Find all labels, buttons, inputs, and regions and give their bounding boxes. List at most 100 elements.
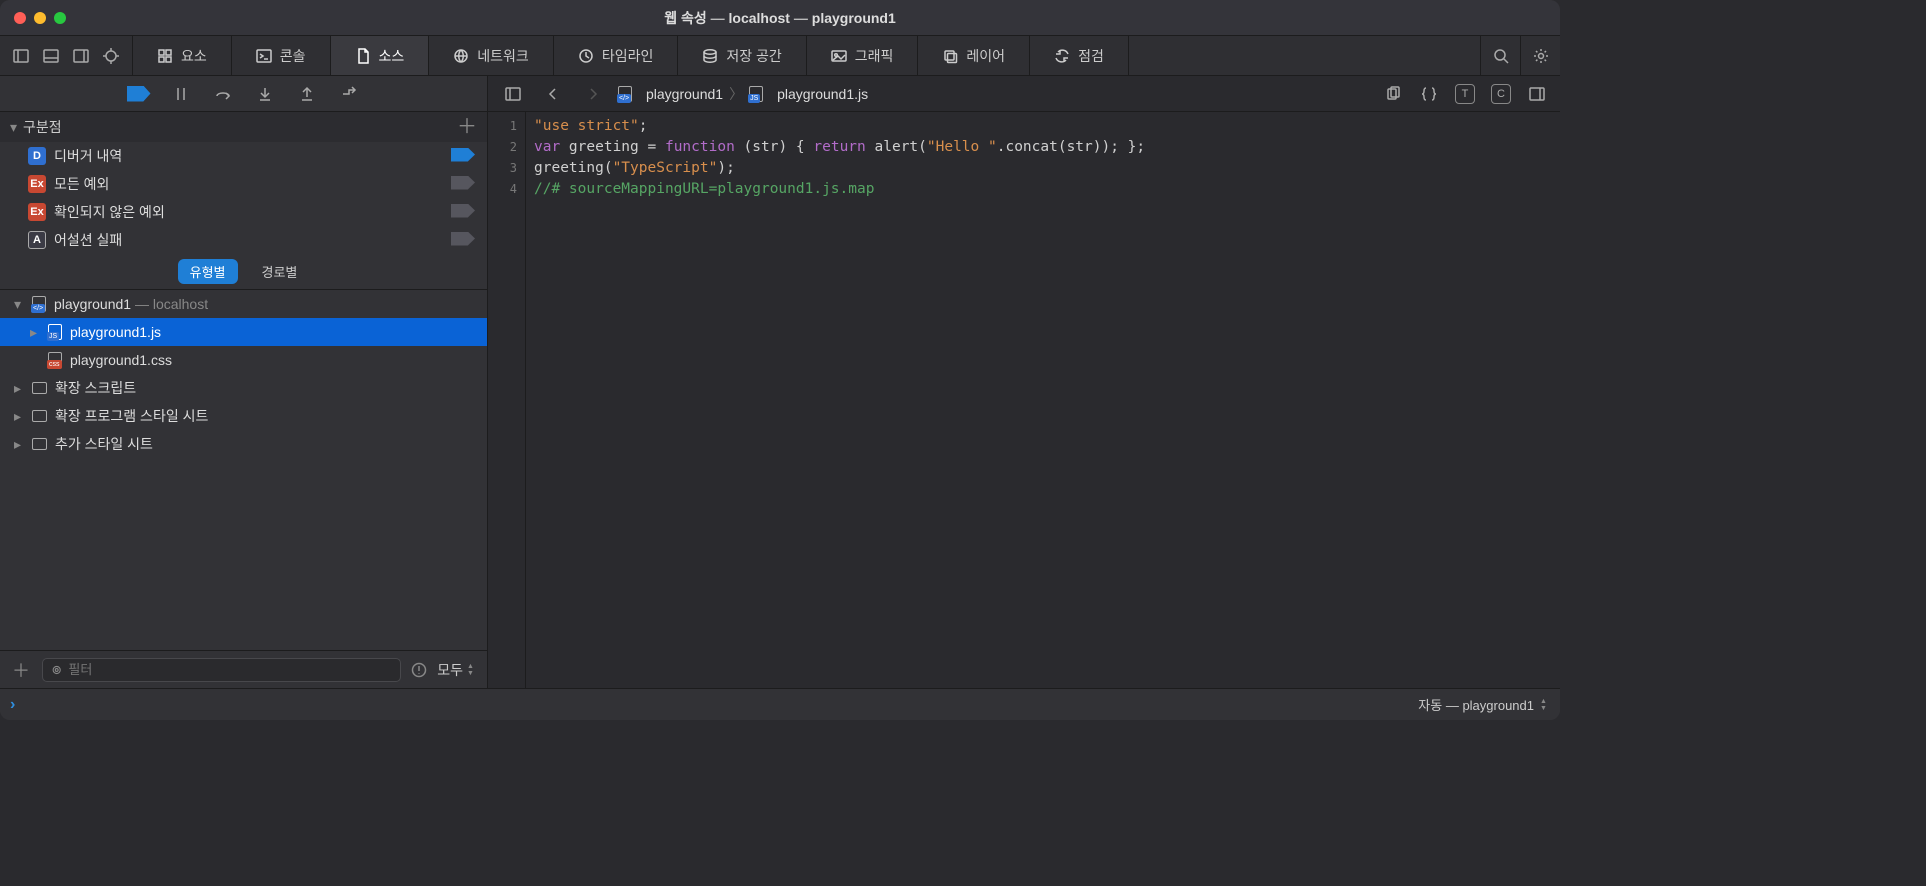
nav-back-button[interactable] — [538, 74, 568, 114]
breadcrumb-file-label: playground1.js — [777, 86, 868, 102]
tab-network[interactable]: 네트워크 — [429, 36, 554, 75]
tree-root[interactable]: ▾ </> playground1 — localhost — [0, 290, 487, 318]
close-window-button[interactable] — [14, 12, 26, 24]
type-profiler-button[interactable]: T — [1452, 81, 1478, 107]
copy-button[interactable] — [1380, 81, 1406, 107]
debugger-toolbar — [0, 76, 487, 112]
tab-label: 레이어 — [966, 46, 1005, 66]
tab-timeline[interactable]: 타임라인 — [554, 36, 679, 75]
chevron-right-icon: ▸ — [14, 436, 28, 453]
issues-button[interactable] — [411, 662, 427, 678]
tree-folder-name: 확장 스크립트 — [55, 378, 136, 398]
breakpoint-toggle[interactable] — [451, 148, 475, 165]
tree-folder[interactable]: ▸확장 스크립트 — [0, 374, 487, 402]
scope-switch: 유형별 경로별 — [0, 254, 487, 290]
tab-elements[interactable]: 요소 — [133, 36, 232, 75]
code-coverage-button[interactable]: C — [1488, 81, 1514, 107]
add-breakpoint-button[interactable]: ＋ — [457, 117, 477, 137]
breakpoint-type-icon: Ex — [28, 203, 46, 221]
breakpoint-toggle[interactable] — [451, 204, 475, 221]
tab-label: 점검 — [1078, 46, 1104, 66]
dock-right-button[interactable] — [66, 36, 96, 76]
breakpoint-type-icon: A — [28, 231, 46, 249]
tab-label: 저장 공간 — [726, 46, 781, 66]
breakpoint-label: 확인되지 않은 예외 — [54, 202, 165, 222]
tree-folder[interactable]: ▸ 확장 프로그램 스타일 시트 — [0, 402, 487, 430]
window-title-sep-1: — — [707, 10, 729, 26]
dock-left-button[interactable] — [6, 36, 36, 76]
tab-sources[interactable]: 소스 — [331, 36, 430, 75]
main-tabbar: 요소 콘솔 소스네트워크 타임라인 저장 공간 그래픽 레이어 점검 — [0, 36, 1560, 76]
toggle-sidebar-button[interactable] — [498, 74, 528, 114]
nav-forward-button[interactable] — [578, 74, 608, 114]
filter-field[interactable] — [42, 658, 401, 682]
add-resource-button[interactable]: ＋ — [10, 657, 32, 683]
breadcrumb-root-label: playground1 — [646, 86, 723, 102]
inspect-element-button[interactable] — [96, 36, 126, 76]
tab-label: 요소 — [181, 46, 207, 66]
window-title-project: playground1 — [812, 10, 896, 26]
breadcrumb-file[interactable]: JS playground1.js — [749, 86, 868, 102]
tab-label: 콘솔 — [280, 46, 306, 66]
breakpoint-toggle[interactable] — [451, 232, 475, 249]
step-out-button[interactable] — [295, 82, 319, 106]
inspector-window: 웹 속성 — localhost — playground1 요소콘솔소스네트워… — [0, 0, 1560, 720]
toggle-details-button[interactable] — [1524, 81, 1550, 107]
console-context-select[interactable]: 자동 — playground1 ▲▼ — [1418, 695, 1550, 714]
stepper-icon: ▲▼ — [1540, 698, 1550, 712]
tab-console[interactable]: 콘솔 — [232, 36, 331, 75]
code-content[interactable]: "use strict";var greeting = function (st… — [526, 112, 1560, 688]
tree-file[interactable]: cssplayground1.css — [0, 346, 487, 374]
tab-label: 그래픽 — [855, 46, 894, 66]
document-icon: </> — [32, 296, 46, 312]
breadcrumb-root[interactable]: </> playground1 — [618, 86, 723, 102]
step-into-button[interactable] — [253, 82, 277, 106]
breakpoint-toggle[interactable] — [451, 176, 475, 193]
tree-folder[interactable]: ▸ 추가 스타일 시트 — [0, 430, 487, 458]
breakpoint-item[interactable]: Ex 확인되지 않은 예외 — [0, 198, 487, 226]
pause-button[interactable] — [169, 82, 193, 106]
breadcrumb: </> playground1 〉 JS playground1.js — [618, 84, 868, 104]
tab-label: 타임라인 — [602, 46, 654, 66]
search-button[interactable] — [1480, 36, 1520, 76]
tab-layers[interactable]: 레이어 — [918, 36, 1030, 75]
breakpoint-item[interactable]: Ex모든 예외 — [0, 170, 487, 198]
filter-input[interactable] — [68, 662, 392, 677]
resume-button[interactable] — [127, 82, 151, 106]
main-area: ▾ 구분점 ＋ D디버거 내역Ex모든 예외Ex확인되지 않은 예외A어설션 실… — [0, 76, 1560, 688]
scope-by-path[interactable]: 경로별 — [250, 259, 310, 284]
tree-folder-name: 추가 스타일 시트 — [55, 434, 153, 454]
tree-root-name: playground1 — [54, 296, 131, 312]
minimize-window-button[interactable] — [34, 12, 46, 24]
file-icon: JS — [48, 324, 62, 340]
breakpoint-item[interactable]: A어설션 실패 — [0, 226, 487, 254]
scope-by-type[interactable]: 유형별 — [178, 259, 238, 284]
tree-root-host: localhost — [153, 296, 208, 312]
console-prompt-icon[interactable]: › — [10, 696, 15, 714]
window-title-sep-2: — — [790, 10, 812, 26]
breakpoints-header[interactable]: ▾ 구분점 ＋ — [0, 112, 487, 142]
tab-audit[interactable]: 점검 — [1030, 36, 1129, 75]
tab-storage[interactable]: 저장 공간 — [678, 36, 806, 75]
tabs-host: 요소 콘솔 소스네트워크 타임라인 저장 공간 그래픽 레이어 점검 — [133, 36, 1129, 75]
tab-graphics[interactable]: 그래픽 — [807, 36, 919, 75]
chevron-right-icon: 〉 — [729, 84, 743, 104]
settings-button[interactable] — [1520, 36, 1560, 76]
breakpoint-type-icon: Ex — [28, 175, 46, 193]
filter-scope-select[interactable]: 모두 ▲▼ — [437, 660, 477, 680]
breakpoint-item[interactable]: D디버거 내역 — [0, 142, 487, 170]
window-title-host: localhost — [729, 10, 790, 26]
zoom-window-button[interactable] — [54, 12, 66, 24]
code-editor[interactable]: 1234 "use strict";var greeting = functio… — [488, 112, 1560, 688]
dock-controls — [0, 36, 133, 75]
step-button[interactable] — [337, 82, 361, 106]
pretty-print-button[interactable] — [1416, 81, 1442, 107]
chevron-right-icon: ▸ — [14, 408, 28, 425]
chevron-down-icon: ▾ — [14, 296, 28, 313]
step-over-button[interactable] — [211, 82, 235, 106]
tree-file[interactable]: ▸JSplayground1.js — [0, 318, 487, 346]
js-file-icon: JS — [749, 86, 763, 102]
stepper-icon: ▲▼ — [467, 663, 477, 677]
tree-folder-name: 확장 프로그램 스타일 시트 — [55, 406, 208, 426]
dock-bottom-button[interactable] — [36, 36, 66, 76]
